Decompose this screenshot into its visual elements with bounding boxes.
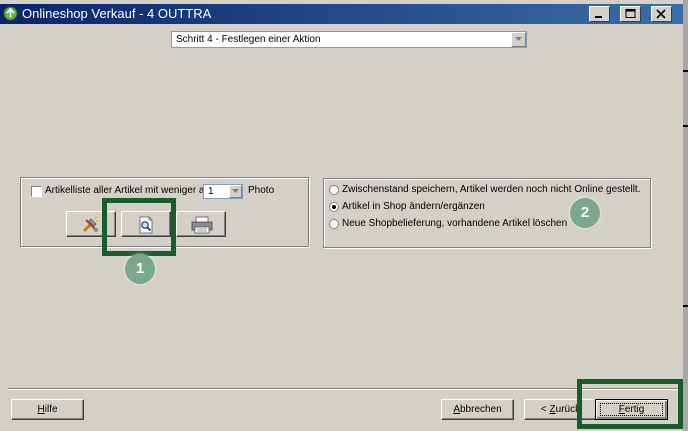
- cancel-button[interactable]: Abbrechen: [441, 399, 514, 420]
- close-icon: [656, 9, 666, 19]
- article-list-checkbox[interactable]: [31, 186, 42, 197]
- title-bar[interactable]: Onlineshop Verkauf - 4 OUTTRA: [0, 4, 683, 24]
- photo-count-arrow-button[interactable]: [229, 185, 242, 198]
- help-button[interactable]: Hilfe: [11, 399, 84, 420]
- back-button-prefix: <: [540, 404, 550, 415]
- step-badge-1: 1: [125, 254, 155, 284]
- step-dropdown-value: Schritt 4 - Festlegen einer Aktion: [176, 34, 321, 45]
- minimize-button[interactable]: [589, 6, 610, 22]
- article-list-label: Artikelliste aller Artikel mit weniger a…: [45, 185, 212, 196]
- app-icon: [3, 6, 18, 21]
- highlight-frame-preview: [102, 198, 176, 256]
- chevron-down-icon: [232, 189, 239, 193]
- window-title: Onlineshop Verkauf - 4 OUTTRA: [22, 6, 212, 21]
- minimize-icon: [595, 16, 602, 18]
- wizard-window: Onlineshop Verkauf - 4 OUTTRA Schritt 4 …: [0, 0, 683, 431]
- radio-edit-articles-label: Artikel in Shop ändern/ergänzen: [342, 201, 485, 212]
- step-badge-2: 2: [570, 198, 600, 228]
- radio-save-draft-label: Zwischenstand speichern, Artikel werden …: [342, 184, 641, 195]
- radio-edit-articles[interactable]: [329, 202, 339, 212]
- photo-count-dropdown[interactable]: 1: [203, 184, 243, 199]
- radio-new-delivery-label: Neue Shopbelieferung, vorhandene Artikel…: [342, 218, 568, 229]
- photo-label: Photo: [248, 185, 275, 196]
- tools-icon: [82, 216, 99, 233]
- close-button[interactable]: [651, 6, 672, 22]
- edge-mark: [683, 305, 688, 307]
- maximize-button[interactable]: [620, 6, 641, 22]
- maximize-icon: [625, 9, 636, 18]
- cancel-button-label: bbrechen: [459, 404, 502, 415]
- radio-save-draft[interactable]: [329, 185, 339, 195]
- print-button[interactable]: [176, 211, 226, 237]
- help-button-label: ilfe: [44, 404, 58, 415]
- edge-mark: [683, 70, 688, 72]
- chevron-down-icon: [515, 37, 522, 41]
- edge-mark: [683, 125, 688, 127]
- help-button-mnemonic: H: [37, 404, 45, 415]
- printer-icon: [191, 216, 213, 234]
- photo-count-value: 1: [208, 186, 214, 197]
- cancel-button-mnemonic: A: [453, 404, 460, 415]
- background-window-edge: [683, 0, 688, 431]
- radio-new-delivery[interactable]: [329, 219, 339, 229]
- dropdown-arrow-button[interactable]: [511, 32, 526, 47]
- highlight-frame-finish: [577, 379, 683, 429]
- step-dropdown[interactable]: Schritt 4 - Festlegen einer Aktion: [171, 31, 527, 48]
